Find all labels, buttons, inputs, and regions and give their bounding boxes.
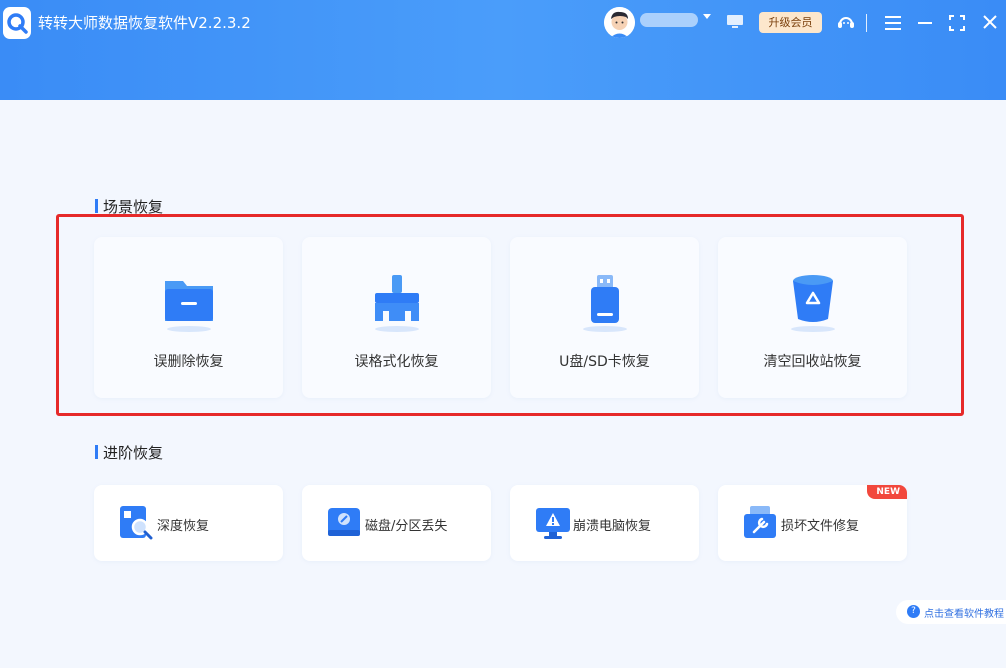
user-dropdown-caret-icon[interactable] [703,14,711,19]
recycle-bin-icon [785,273,841,337]
upgrade-vip-button[interactable]: 升级会员 [759,12,822,33]
tutorial-label: 点击查看软件教程 [924,609,1004,620]
card-label: 误格式化恢复 [354,354,439,370]
disk-icon [328,506,362,544]
broom-icon [369,273,425,337]
card-label: 深度恢复 [157,519,210,534]
card-file-repair[interactable]: NEW 损坏文件修复 [718,485,907,561]
monitor-icon[interactable] [726,14,744,34]
usb-drive-icon [577,273,633,337]
title-bar: 转转大师数据恢复软件V2.2.3.2 ••••• 升级会员 [0,0,1006,100]
card-label: 崩溃电脑恢复 [573,519,652,534]
card-crashed-computer-recovery[interactable]: 崩溃电脑恢复 [510,485,699,561]
card-label: 损坏文件修复 [781,519,860,534]
deep-scan-icon [120,506,154,544]
minimize-icon[interactable] [918,15,932,34]
folder-icon [161,273,217,337]
app-logo [3,7,31,39]
card-label: 磁盘/分区丢失 [365,519,448,534]
user-avatar[interactable] [604,7,635,38]
file-repair-icon [744,506,778,544]
section-title-advanced: 进阶恢复 [95,442,163,463]
app-title: 转转大师数据恢复软件V2.2.3.2 [38,14,251,32]
maximize-icon[interactable] [949,15,965,35]
menu-icon[interactable] [885,15,901,34]
card-disk-partition-lost[interactable]: 磁盘/分区丢失 [302,485,491,561]
close-icon[interactable] [982,14,998,34]
crashed-computer-icon [536,506,572,544]
card-recycle-bin-recovery[interactable]: 清空回收站恢复 [718,237,907,398]
header-divider [866,14,867,32]
help-icon: ? [907,605,920,618]
card-format-recovery[interactable]: 误格式化恢复 [302,237,491,398]
username[interactable]: ••••• [640,13,698,27]
card-usb-sd-recovery[interactable]: U盘/SD卡恢复 [510,237,699,398]
card-deleted-recovery[interactable]: 误删除恢复 [94,237,283,398]
card-label: 清空回收站恢复 [763,354,862,370]
card-deep-recovery[interactable]: 深度恢复 [94,485,283,561]
card-label: 误删除恢复 [153,354,224,370]
customer-service-icon[interactable] [836,12,856,36]
new-badge: NEW [867,485,907,499]
tutorial-link[interactable]: ? 点击查看软件教程 [896,600,1006,624]
card-label: U盘/SD卡恢复 [559,354,650,370]
